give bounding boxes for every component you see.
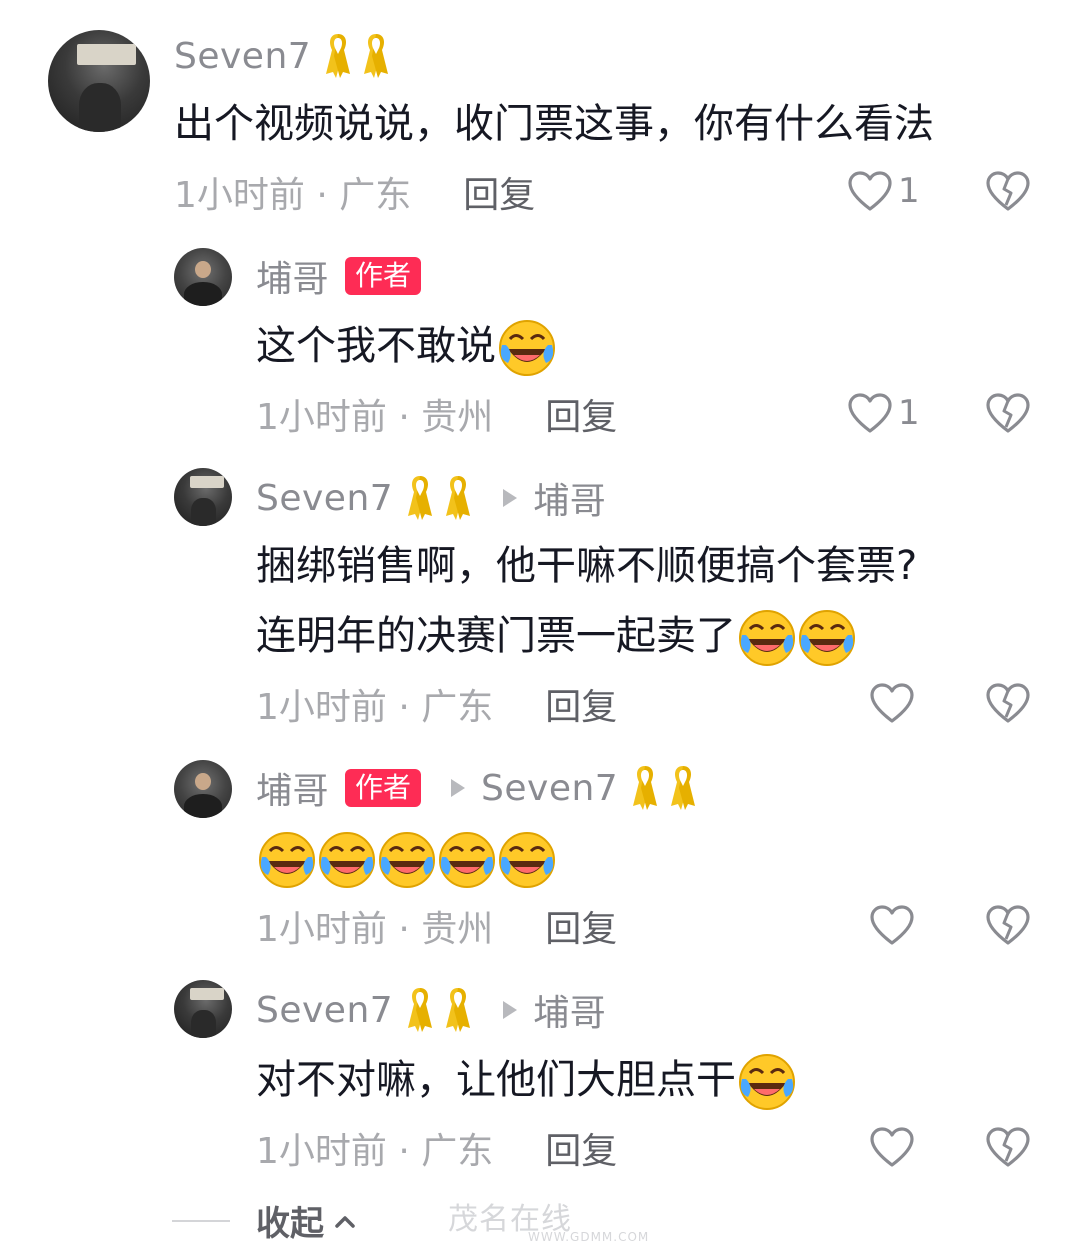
reply-arrow-icon	[503, 489, 518, 507]
like-button[interactable]	[870, 1126, 914, 1168]
laughing-crying-emoji-icon	[378, 831, 436, 889]
laughing-crying-emoji-icon	[438, 831, 496, 889]
laughing-crying-emoji-icon	[498, 831, 556, 889]
yellow-ribbon-icon	[671, 766, 696, 810]
reply-button[interactable]: 回复	[545, 678, 617, 730]
comment-meta: 1小时前 · 广东	[256, 687, 494, 728]
comment-text-line1: 捆绑销售啊，他干嘛不顺便搞个套票?	[256, 543, 918, 589]
yellow-ribbon-icon	[633, 766, 658, 810]
username[interactable]: Seven7	[174, 36, 311, 77]
like-count: 1	[898, 393, 920, 433]
like-button[interactable]	[870, 682, 914, 724]
avatar[interactable]	[174, 980, 232, 1038]
laughing-crying-emoji-icon	[798, 609, 856, 667]
laughing-crying-emoji-icon	[258, 831, 316, 889]
broken-heart-icon[interactable]	[986, 392, 1030, 434]
avatar[interactable]	[174, 468, 232, 526]
laughing-crying-emoji-icon	[318, 831, 376, 889]
comment-meta: 1小时前 · 贵州	[256, 909, 494, 950]
broken-heart-icon[interactable]	[986, 170, 1030, 212]
heart-outline-icon	[870, 683, 914, 723]
comment-meta: 1小时前 · 广东	[174, 175, 412, 216]
heart-outline-icon	[848, 393, 892, 433]
username[interactable]: Seven7	[256, 990, 393, 1031]
like-button[interactable]	[870, 904, 914, 946]
username[interactable]: 埔哥	[256, 762, 329, 814]
comment-emoji-row	[256, 824, 556, 892]
yellow-ribbon-icon	[408, 476, 433, 520]
yellow-ribbon-icon	[446, 476, 471, 520]
comment-meta: 1小时前 · 广东	[256, 1131, 494, 1172]
laughing-crying-emoji-icon	[498, 319, 556, 377]
username[interactable]: 埔哥	[256, 250, 329, 302]
comment-text: 出个视频说说，收门票这事，你有什么看法	[174, 101, 934, 147]
heart-outline-icon	[870, 1127, 914, 1167]
author-badge: 作者	[345, 769, 422, 807]
comment-text: 连明年的决赛门票一起卖了	[256, 602, 856, 670]
broken-heart-icon[interactable]	[986, 682, 1030, 724]
watermark-logo: 茂名在线 WWW.GDMM.COM	[448, 1202, 650, 1244]
reply-button[interactable]: 回复	[545, 388, 617, 440]
yellow-ribbon-icon	[408, 988, 433, 1032]
divider	[172, 1219, 230, 1222]
reply-arrow-icon	[451, 779, 466, 797]
reply-button[interactable]: 回复	[545, 900, 617, 952]
heart-outline-icon	[870, 905, 914, 945]
avatar[interactable]	[48, 30, 150, 132]
reply-to-username[interactable]: Seven7	[481, 768, 618, 809]
collapse-label: 收起	[256, 1204, 324, 1244]
broken-heart-icon[interactable]	[986, 904, 1030, 946]
reply-to-username[interactable]: 埔哥	[533, 984, 606, 1036]
comment-text: 对不对嘛，让他们大胆点干	[256, 1046, 796, 1114]
yellow-ribbon-icon	[364, 34, 389, 78]
reply-arrow-icon	[503, 1001, 518, 1019]
reply-button[interactable]: 回复	[545, 1122, 617, 1174]
comment-meta: 1小时前 · 贵州	[256, 397, 494, 438]
like-button[interactable]: 1	[848, 170, 920, 212]
laughing-crying-emoji-icon	[738, 609, 796, 667]
username[interactable]: Seven7	[256, 478, 393, 519]
reply-to-username[interactable]: 埔哥	[533, 472, 606, 524]
like-count: 1	[898, 171, 920, 211]
collapse-replies-button[interactable]: 收起	[172, 1196, 356, 1245]
like-button[interactable]: 1	[848, 392, 920, 434]
reply-button[interactable]: 回复	[463, 166, 535, 218]
chevron-up-icon	[335, 1215, 355, 1228]
comment-text: 这个我不敢说	[256, 312, 556, 380]
yellow-ribbon-icon	[326, 34, 351, 78]
avatar[interactable]	[174, 760, 232, 818]
yellow-ribbon-icon	[446, 988, 471, 1032]
heart-outline-icon	[848, 171, 892, 211]
avatar[interactable]	[174, 248, 232, 306]
author-badge: 作者	[345, 257, 422, 295]
laughing-crying-emoji-icon	[738, 1053, 796, 1111]
broken-heart-icon[interactable]	[986, 1126, 1030, 1168]
